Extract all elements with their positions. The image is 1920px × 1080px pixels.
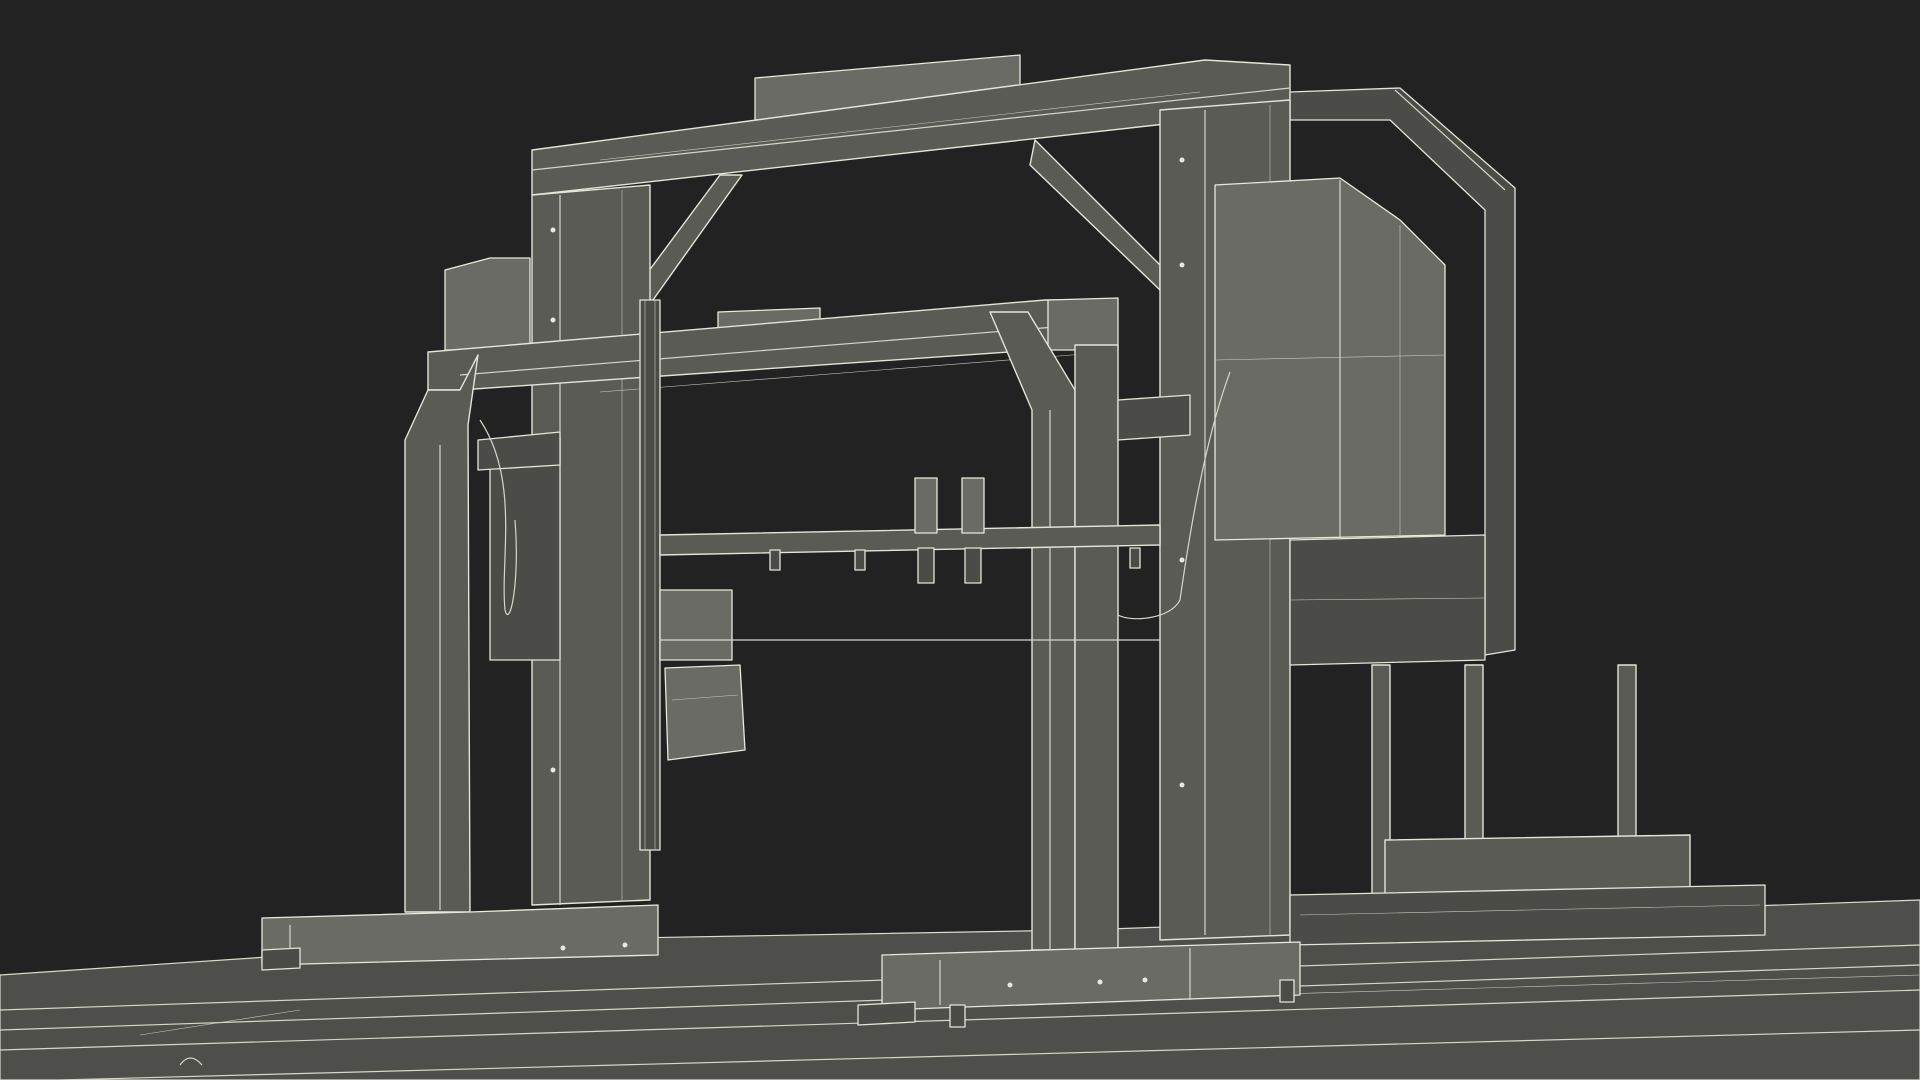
vertical-lead-screw xyxy=(639,299,746,851)
log-support-posts xyxy=(1289,664,1766,946)
render-viewport xyxy=(0,54,1920,1080)
left-rear-column xyxy=(444,184,651,906)
